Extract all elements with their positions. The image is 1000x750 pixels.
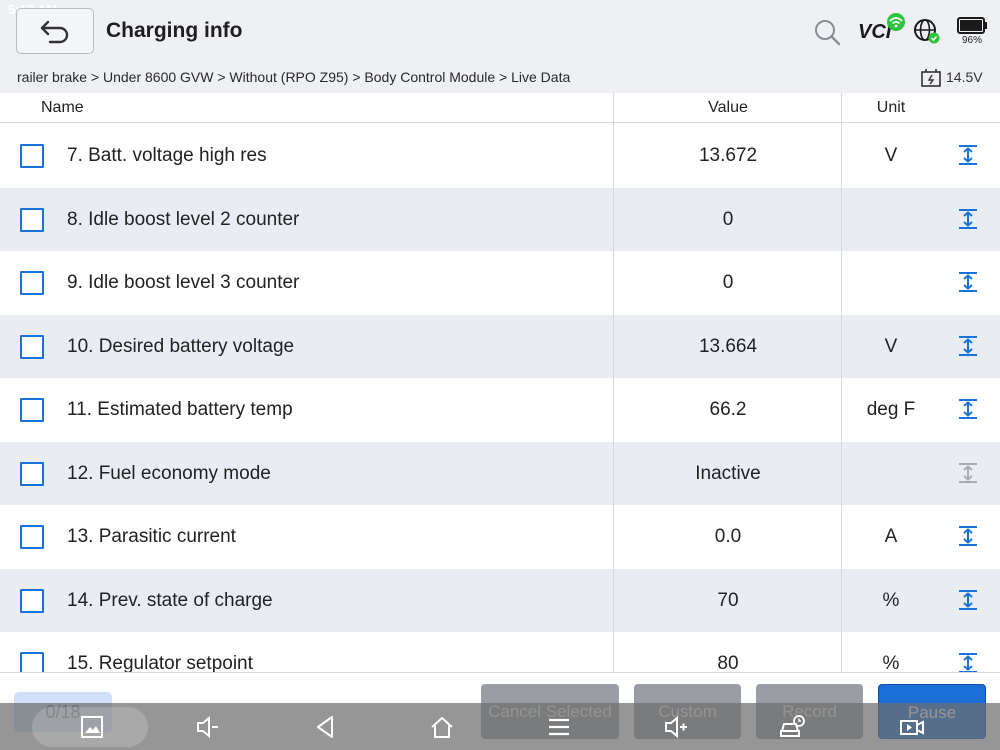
row-name: 13. Parasitic current — [67, 526, 236, 547]
row-value: 70 — [717, 589, 739, 611]
battery-percent: 96% — [961, 35, 982, 46]
row-checkbox[interactable] — [20, 525, 44, 549]
svg-text:VCI: VCI — [858, 21, 892, 43]
row-checkbox[interactable] — [20, 207, 44, 232]
row-name: 11. Estimated battery temp — [67, 399, 293, 420]
graph-expand-icon[interactable] — [956, 397, 980, 421]
volume-down-icon[interactable] — [194, 713, 222, 741]
table-row[interactable]: 14. Prev. state of charge 70 % — [0, 568, 1000, 632]
battery-voltage-icon — [921, 69, 941, 87]
row-unit: deg F — [866, 399, 916, 420]
column-header-value: Value — [708, 99, 748, 116]
row-name: 7. Batt. voltage high res — [67, 145, 267, 166]
globe-icon[interactable] — [912, 16, 942, 46]
back-button[interactable] — [16, 8, 94, 54]
row-name: 14. Prev. state of charge — [67, 589, 273, 611]
row-checkbox[interactable] — [20, 461, 44, 486]
live-data-list[interactable]: 7. Batt. voltage high res 13.672 V 8. Id… — [0, 124, 1000, 672]
row-value: 0 — [722, 272, 734, 293]
nav-menu-icon[interactable] — [545, 713, 573, 741]
table-row[interactable]: 15. Regulator setpoint 80 % — [0, 632, 1000, 672]
vehicle-icon[interactable] — [778, 713, 806, 741]
system-nav-bar — [0, 703, 1000, 750]
column-header-name: Name — [41, 99, 84, 116]
row-unit: A — [884, 526, 898, 547]
table-header: Name Value Unit — [0, 93, 1000, 123]
row-value: Inactive — [695, 462, 761, 484]
row-value: 13.664 — [698, 335, 758, 357]
header-bar: 5:17 AM Charging info VCI — [0, 0, 1000, 62]
table-row[interactable]: 9. Idle boost level 3 counter 0 — [0, 251, 1000, 315]
graph-expand-icon[interactable] — [956, 143, 980, 167]
row-value: 66.2 — [709, 399, 747, 420]
vci-icon[interactable]: VCI — [856, 12, 906, 44]
table-row[interactable]: 8. Idle boost level 2 counter 0 — [0, 187, 1000, 251]
row-checkbox[interactable] — [20, 652, 44, 672]
page-title: Charging info — [106, 19, 243, 42]
graph-expand-icon-disabled — [959, 462, 977, 483]
graph-expand-icon[interactable] — [956, 651, 980, 672]
row-unit: % — [882, 589, 900, 611]
table-row[interactable]: 12. Fuel economy mode Inactive — [0, 441, 1000, 505]
screenshot-icon[interactable] — [78, 713, 106, 741]
app-window: 5:17 AM Charging info VCI — [0, 0, 1000, 750]
volume-up-icon[interactable] — [662, 713, 690, 741]
row-checkbox[interactable] — [20, 271, 44, 295]
column-divider — [841, 93, 842, 672]
row-name: 15. Regulator setpoint — [67, 653, 253, 672]
nav-home-icon[interactable] — [428, 713, 456, 741]
row-unit: V — [884, 145, 898, 166]
row-unit: V — [884, 335, 898, 357]
battery-voltage: 14.5V — [946, 69, 983, 85]
row-value: 0.0 — [714, 526, 742, 547]
breadcrumb-bar: railer brake > Under 8600 GVW > Without … — [0, 62, 1000, 93]
table-row[interactable]: 7. Batt. voltage high res 13.672 V — [0, 124, 1000, 188]
graph-expand-icon[interactable] — [956, 207, 980, 231]
row-value: 0 — [722, 208, 734, 230]
row-name: 10. Desired battery voltage — [67, 335, 295, 357]
row-checkbox[interactable] — [20, 144, 44, 168]
table-row[interactable]: 11. Estimated battery temp 66.2 deg F — [0, 378, 1000, 442]
row-name: 12. Fuel economy mode — [67, 462, 271, 484]
search-icon[interactable] — [812, 17, 842, 47]
graph-expand-icon[interactable] — [956, 270, 980, 294]
row-name: 8. Idle boost level 2 counter — [67, 208, 300, 230]
row-value: 13.672 — [698, 145, 758, 166]
row-checkbox[interactable] — [20, 334, 44, 359]
table-row[interactable]: 13. Parasitic current 0.0 A — [0, 505, 1000, 569]
graph-expand-icon[interactable] — [956, 588, 980, 612]
screen-record-icon[interactable] — [898, 713, 926, 741]
row-name: 9. Idle boost level 3 counter — [67, 272, 300, 293]
column-header-unit: Unit — [876, 99, 906, 116]
column-divider — [613, 93, 614, 672]
row-unit: % — [882, 653, 900, 672]
back-arrow-icon — [40, 20, 69, 44]
table-row[interactable]: 10. Desired battery voltage 13.664 V — [0, 314, 1000, 378]
graph-expand-icon[interactable] — [956, 524, 980, 548]
nav-back-icon[interactable] — [312, 713, 340, 741]
breadcrumb: railer brake > Under 8600 GVW > Without … — [17, 69, 571, 85]
row-checkbox[interactable] — [20, 588, 44, 613]
graph-expand-icon[interactable] — [956, 334, 980, 358]
row-value: 80 — [717, 653, 739, 672]
row-checkbox[interactable] — [20, 398, 44, 422]
